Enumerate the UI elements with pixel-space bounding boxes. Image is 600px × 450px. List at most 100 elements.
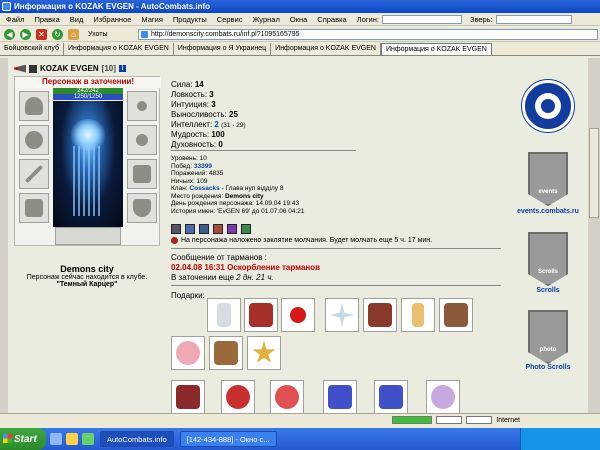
gift-reindeer[interactable]	[209, 336, 243, 370]
tab-fight-club[interactable]: Бойцовский клуб	[0, 43, 65, 55]
scrollbar-thumb[interactable]	[589, 128, 599, 218]
gift-bear[interactable]	[439, 298, 473, 332]
quicklaunch-icon[interactable]	[50, 433, 62, 445]
gift-coins[interactable]	[323, 380, 357, 413]
medal-icon[interactable]	[213, 224, 223, 234]
club-line: Персонаж сейчас находится в клубе.	[26, 274, 148, 281]
menu-edit[interactable]: Правка	[34, 15, 59, 24]
gift-heart[interactable]	[270, 380, 304, 413]
scrolls-link[interactable]: Scrolls	[508, 287, 588, 294]
earrings-slot[interactable]	[127, 91, 157, 121]
gift-snowflake[interactable]	[325, 298, 359, 332]
menu-magic[interactable]: Магия	[141, 15, 163, 24]
photo-banner-icon[interactable]: photo	[528, 310, 568, 364]
back-button[interactable]: ◀	[4, 28, 15, 40]
menu-service[interactable]: Сервис	[217, 15, 243, 24]
clan-link[interactable]: Cossacks	[189, 185, 219, 192]
info-level: Уровень: 10	[171, 155, 207, 162]
windows-logo-icon	[3, 434, 12, 443]
medal-icon[interactable]	[185, 224, 195, 234]
menu-windows[interactable]: Окна	[290, 15, 307, 24]
tab-info-ukrainets[interactable]: Информация о Я Украинец	[174, 43, 272, 55]
medal-icon[interactable]	[171, 224, 181, 234]
rings-slot[interactable]	[127, 125, 157, 155]
info-icon[interactable]: i	[118, 65, 126, 72]
home-button[interactable]: ⌂	[68, 28, 79, 40]
taskbar: Start AutoCombats.info [142-434-888] - О…	[0, 428, 600, 450]
gift-glass[interactable]	[207, 298, 241, 332]
gifts-label: Подарки:	[171, 291, 205, 300]
address-url: http://demonscity.combats.ru/inf.pl?1095…	[151, 31, 300, 38]
login-input[interactable]	[381, 14, 462, 24]
stop-button[interactable]: ✕	[36, 28, 47, 40]
menu-journal[interactable]: Журнал	[252, 15, 279, 24]
medal-icon[interactable]	[199, 224, 209, 234]
beast-label: Зверь:	[469, 14, 493, 24]
gift-item[interactable]	[171, 380, 205, 413]
stat-agility: Ловкость: 3	[171, 90, 214, 99]
gift-horse[interactable]	[363, 298, 397, 332]
medal-icon[interactable]	[227, 224, 237, 234]
login-label: Логин:	[356, 14, 379, 24]
armor-slot[interactable]	[19, 193, 49, 223]
necklace-slot[interactable]	[19, 125, 49, 155]
quicklaunch-icon[interactable]	[66, 433, 78, 445]
start-button[interactable]: Start	[0, 428, 46, 450]
status-bar: Internet	[0, 413, 600, 426]
helmet-slot[interactable]	[19, 91, 49, 121]
refresh-button[interactable]: ↻	[52, 28, 63, 40]
demons-city-logo[interactable]	[522, 80, 574, 132]
gloves-slot[interactable]	[127, 159, 157, 189]
info-birthplace: Место рождения: Demons city	[171, 192, 264, 200]
tab-info-kozak-1[interactable]: Информация о KOZAK EVGEN	[64, 43, 174, 55]
left-frame	[0, 58, 8, 413]
character-header: KOZAK EVGEN [10] i	[14, 64, 164, 73]
city-name: Demons city	[60, 264, 114, 274]
gift-red-ball[interactable]	[281, 298, 315, 332]
vertical-scrollbar[interactable]	[588, 58, 600, 413]
divider	[171, 150, 356, 151]
page-icon	[141, 31, 148, 38]
gift-candle[interactable]	[401, 298, 435, 332]
club-room: "Темный Карцер"	[56, 281, 118, 288]
silence-icon	[171, 237, 178, 244]
task-autocombats[interactable]: AutoCombats.info	[100, 431, 174, 447]
tab-info-kozak-2[interactable]: Информация о KOZAK EVGEN	[271, 43, 381, 55]
menu-view[interactable]: Вид	[70, 15, 84, 24]
align-icon	[14, 64, 26, 73]
menu-file[interactable]: Файл	[6, 15, 24, 24]
events-banner-icon[interactable]: events	[528, 152, 568, 206]
quicklaunch-icon[interactable]	[82, 433, 94, 445]
system-tray	[520, 428, 600, 450]
address-bar[interactable]: http://demonscity.combats.ru/inf.pl?1095…	[138, 29, 598, 40]
menu-help[interactable]: Справка	[317, 15, 346, 24]
tab-info-kozak-3[interactable]: Информация о KOZAK EVGEN	[380, 43, 492, 55]
info-wins: Побед: 33399	[171, 162, 212, 170]
info-draws: Ничьих: 109	[171, 177, 208, 185]
stat-strength: Сила: 14	[171, 80, 204, 89]
menu-favorites[interactable]: Избранное	[93, 15, 131, 24]
clan-icon[interactable]	[29, 64, 37, 73]
stat-spirituality: Духовность: 0	[171, 140, 223, 149]
menu-products[interactable]: Продукты	[173, 15, 207, 24]
events-link[interactable]: events.combats.ru	[508, 208, 588, 215]
gift-heart-box[interactable]	[221, 380, 255, 413]
prison-remaining: В заточении еще 2 дн. 21 ч.	[171, 273, 274, 282]
belt-slot[interactable]	[55, 227, 121, 245]
shield-slot[interactable]	[127, 193, 157, 223]
medal-icon[interactable]	[241, 224, 251, 234]
browser-icon	[2, 2, 11, 11]
scrolls-banner-icon[interactable]: Scrolls	[528, 232, 568, 286]
gift-coins[interactable]	[374, 380, 408, 413]
weapon-slot[interactable]	[19, 159, 49, 189]
gift-book[interactable]	[244, 298, 278, 332]
uhots-button[interactable]: Ухоты	[88, 31, 108, 38]
task-chat-window[interactable]: [142-434-888] - Окно с...	[179, 431, 277, 447]
gift-star[interactable]	[247, 336, 281, 370]
gift-pig[interactable]	[171, 336, 205, 370]
beast-input[interactable]	[495, 14, 572, 24]
gift-flowers[interactable]	[426, 380, 460, 413]
photo-scrolls-link[interactable]: Photo Scrolls	[508, 364, 588, 371]
character-name: KOZAK EVGEN	[40, 64, 99, 73]
forward-button[interactable]: ▶	[20, 28, 31, 40]
